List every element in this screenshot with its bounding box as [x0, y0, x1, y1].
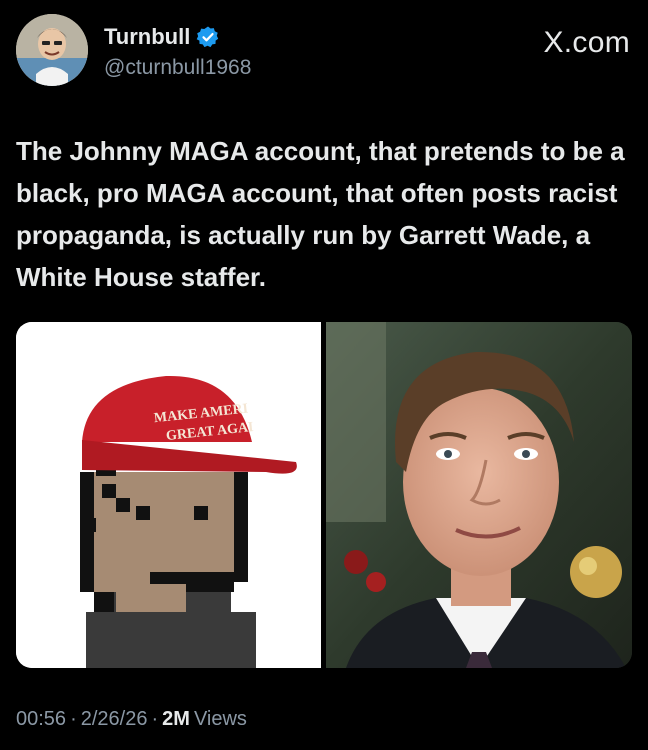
tweet-text: The Johnny MAGA account, that pretends t… [16, 136, 625, 292]
meta-separator: · [151, 708, 159, 730]
tweet-date[interactable]: 2/26/26 [81, 708, 148, 731]
pixel-art-illustration: MAKE AMERI GREAT AGAI [16, 322, 321, 668]
verified-badge-icon [197, 26, 219, 48]
staffer-photo[interactable] [326, 322, 632, 668]
tweet-header: Turnbull @cturnbull1968 X.com [16, 14, 632, 92]
brand-label: X.com [543, 26, 630, 59]
avatar-image [16, 14, 88, 86]
tweet-media[interactable]: MAKE AMERI GREAT AGAI [16, 322, 632, 668]
author-handle[interactable]: @cturnbull1968 [104, 56, 251, 80]
avatar[interactable] [16, 14, 88, 86]
tweet-time[interactable]: 00:56 [16, 708, 66, 731]
meta-separator: · [70, 708, 77, 730]
author-display-name[interactable]: Turnbull [104, 24, 190, 50]
views-count[interactable]: 2M [162, 708, 190, 731]
staffer-photo-illustration [326, 322, 632, 668]
author-name-row: Turnbull [104, 24, 220, 50]
views-label: Views [193, 708, 247, 730]
tweet-meta: 00:56 · 2/26/26 · 2M Views [16, 708, 247, 731]
pixel-avatar-image[interactable]: MAKE AMERI GREAT AGAI [16, 322, 321, 668]
